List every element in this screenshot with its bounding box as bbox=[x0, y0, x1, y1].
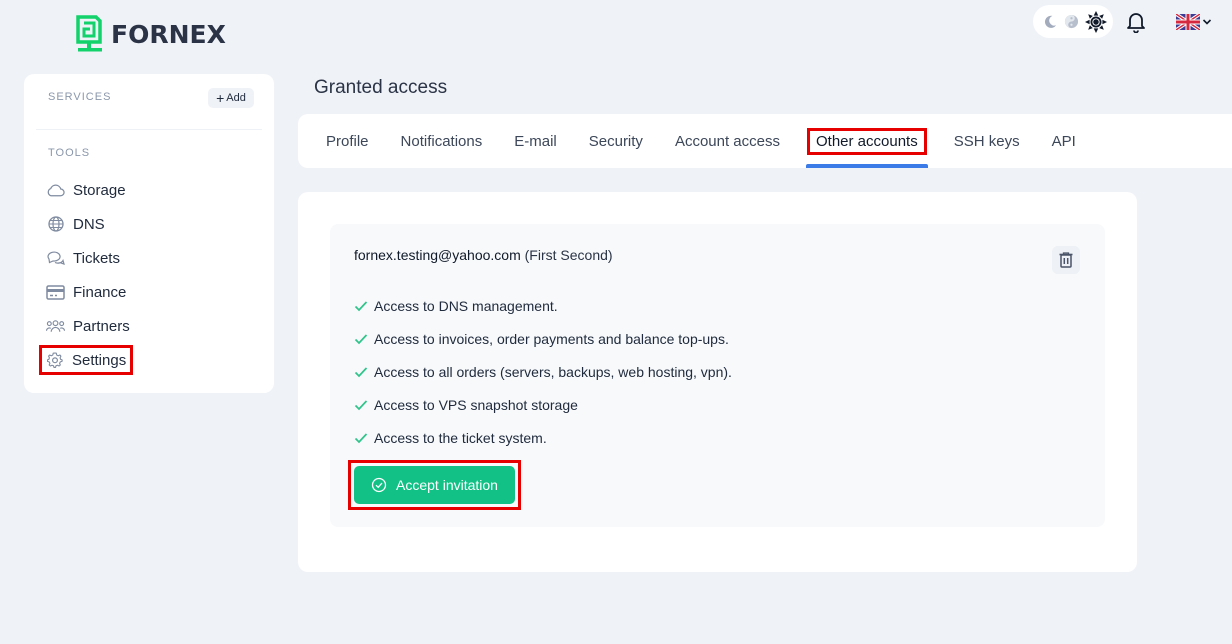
tab-label: Notifications bbox=[400, 132, 483, 150]
page-title: Granted access bbox=[314, 77, 448, 98]
accept-invitation-button[interactable]: Accept invitation bbox=[354, 466, 515, 504]
sun-icon[interactable] bbox=[1085, 10, 1107, 33]
bell-icon bbox=[1127, 13, 1145, 34]
sidebar-item-label: Settings bbox=[72, 351, 127, 369]
sidebar-item-finance[interactable]: Finance bbox=[46, 281, 126, 303]
tab-ssh-keys[interactable]: SSH keys bbox=[938, 114, 1036, 168]
permission-text: Access to invoices, order payments and b… bbox=[374, 330, 729, 347]
chevron-down-icon bbox=[1202, 19, 1212, 25]
sidebar-item-settings[interactable]: Settings bbox=[38, 345, 134, 375]
sidebar-item-label: Storage bbox=[73, 181, 126, 199]
check-icon bbox=[354, 398, 368, 412]
credit-card-icon bbox=[46, 283, 65, 302]
trash-icon bbox=[1059, 252, 1073, 268]
account-header: fornex.testing@yahoo.com (First Second) bbox=[354, 247, 613, 263]
add-service-label: Add bbox=[226, 92, 246, 104]
tab-label: Security bbox=[588, 132, 643, 150]
permission-text: Access to the ticket system. bbox=[374, 429, 547, 446]
users-icon bbox=[46, 317, 65, 336]
permission-item: Access to invoices, order payments and b… bbox=[354, 322, 732, 355]
permission-item: Access to DNS management. bbox=[354, 289, 732, 322]
accept-invitation-label: Accept invitation bbox=[396, 477, 498, 493]
tab-label: Profile bbox=[326, 132, 369, 150]
check-icon bbox=[354, 431, 368, 445]
check-icon bbox=[354, 332, 368, 346]
cloud-icon bbox=[46, 181, 65, 200]
fornex-logo[interactable]: FORNEX bbox=[76, 15, 226, 53]
tab-api[interactable]: API bbox=[1036, 114, 1092, 168]
moon-icon[interactable] bbox=[1043, 14, 1058, 29]
permission-text: Access to DNS management. bbox=[374, 297, 558, 314]
sidebar-item-label: Partners bbox=[73, 317, 130, 335]
tab-label: E-mail bbox=[514, 132, 557, 150]
tab-label: Other accounts bbox=[807, 127, 927, 155]
permission-text: Access to all orders (servers, backups, … bbox=[374, 363, 732, 380]
sidebar-item-storage[interactable]: Storage bbox=[46, 179, 126, 201]
permission-item: Access to all orders (servers, backups, … bbox=[354, 355, 732, 388]
sidebar-item-tickets[interactable]: Tickets bbox=[46, 247, 120, 269]
language-selector[interactable] bbox=[1176, 14, 1212, 30]
globe-icon bbox=[46, 215, 65, 234]
chat-bubbles-icon bbox=[46, 249, 65, 268]
yin-yang-icon[interactable] bbox=[1064, 14, 1079, 29]
account-email: fornex.testing@yahoo.com bbox=[354, 247, 521, 263]
sidebar-item-dns[interactable]: DNS bbox=[46, 213, 105, 235]
other-accounts-panel: fornex.testing@yahoo.com (First Second) … bbox=[298, 192, 1137, 572]
check-circle-icon bbox=[371, 477, 387, 493]
tab-security[interactable]: Security bbox=[573, 114, 659, 168]
check-icon bbox=[354, 299, 368, 313]
sidebar-item-label: Finance bbox=[73, 283, 127, 301]
tab-email[interactable]: E-mail bbox=[498, 114, 573, 168]
tab-profile[interactable]: Profile bbox=[310, 114, 385, 168]
tab-other-accounts[interactable]: Other accounts bbox=[806, 114, 928, 168]
tab-label: Account access bbox=[674, 132, 780, 150]
tab-label: API bbox=[1051, 132, 1076, 150]
sidebar-item-partners[interactable]: Partners bbox=[46, 315, 130, 337]
notifications-button[interactable] bbox=[1126, 11, 1146, 38]
uk-flag-icon bbox=[1176, 14, 1200, 30]
account-name: (First Second) bbox=[524, 247, 613, 263]
tab-notifications[interactable]: Notifications bbox=[385, 114, 499, 168]
tab-account-access[interactable]: Account access bbox=[659, 114, 796, 168]
sidebar-item-label: DNS bbox=[73, 215, 105, 233]
sidebar-item-label: Tickets bbox=[73, 249, 120, 267]
tools-section-title: TOOLS bbox=[48, 147, 91, 159]
theme-switch[interactable] bbox=[1033, 5, 1113, 38]
delete-button[interactable] bbox=[1052, 246, 1080, 274]
add-service-button[interactable]: + Add bbox=[208, 88, 254, 108]
permission-item: Access to VPS snapshot storage bbox=[354, 388, 732, 421]
sidebar-divider bbox=[36, 129, 262, 130]
plus-icon: + bbox=[216, 90, 225, 106]
check-icon bbox=[354, 365, 368, 379]
tab-label: SSH keys bbox=[953, 132, 1020, 150]
logo-mark-icon bbox=[76, 15, 102, 52]
accept-highlight-box: Accept invitation bbox=[348, 460, 521, 510]
gear-icon bbox=[45, 351, 64, 370]
account-invitation-card: fornex.testing@yahoo.com (First Second) … bbox=[330, 224, 1105, 527]
permissions-list: Access to DNS management. Access to invo… bbox=[354, 289, 732, 454]
settings-tabs: Profile Notifications E-mail Security Ac… bbox=[298, 114, 1232, 168]
services-section-title: SERVICES bbox=[48, 91, 112, 103]
permission-item: Access to the ticket system. bbox=[354, 421, 732, 454]
logo-text: FORNEX bbox=[111, 19, 226, 49]
permission-text: Access to VPS snapshot storage bbox=[374, 396, 578, 413]
